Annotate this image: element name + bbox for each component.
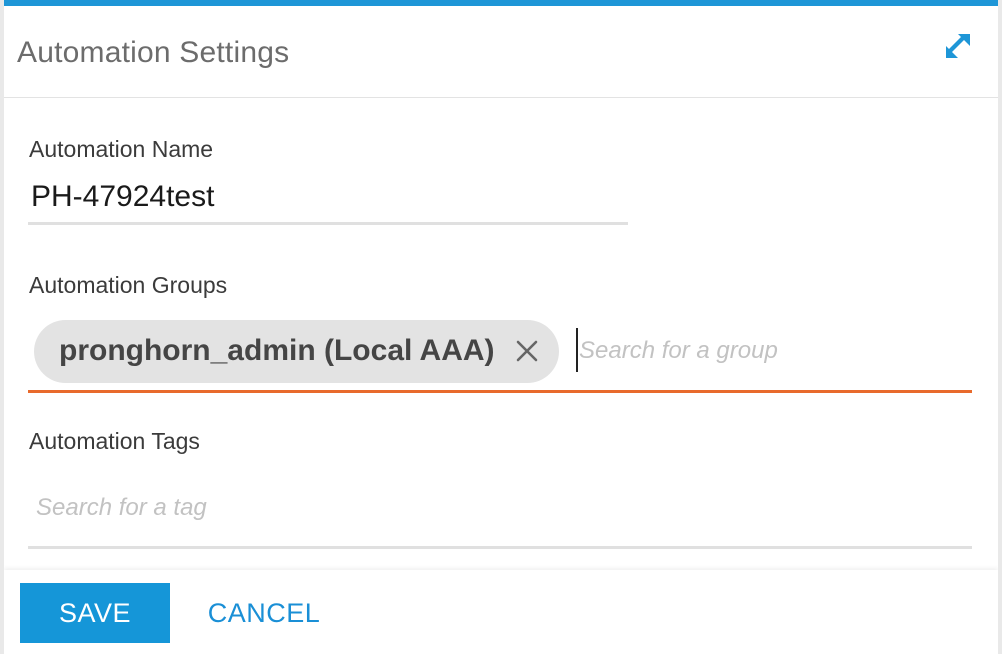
automation-groups-label: Automation Groups bbox=[29, 272, 228, 298]
automation-settings-dialog: Automation Settings Automation Name PH-4… bbox=[4, 0, 998, 654]
save-button[interactable]: SAVE bbox=[20, 583, 170, 643]
automation-name-underline bbox=[28, 222, 628, 225]
automation-tags-underline bbox=[28, 546, 972, 549]
expand-icon[interactable] bbox=[946, 34, 970, 58]
automation-tags-label: Automation Tags bbox=[29, 428, 200, 454]
dialog-footer: SAVE CANCEL bbox=[4, 570, 998, 654]
automation-groups-underline bbox=[28, 390, 972, 393]
group-chip: pronghorn_admin (Local AAA) bbox=[34, 320, 559, 383]
automation-name-field[interactable]: PH-47924test bbox=[31, 180, 214, 214]
close-icon[interactable] bbox=[514, 338, 540, 364]
dialog-title: Automation Settings bbox=[17, 36, 290, 69]
group-search-input[interactable] bbox=[579, 334, 959, 368]
text-cursor bbox=[576, 328, 578, 372]
dialog-header: Automation Settings bbox=[4, 6, 998, 98]
cancel-button[interactable]: CANCEL bbox=[194, 583, 334, 643]
group-chip-label: pronghorn_admin (Local AAA) bbox=[59, 334, 495, 367]
tag-search-input[interactable] bbox=[36, 490, 936, 526]
automation-name-label: Automation Name bbox=[29, 136, 214, 162]
